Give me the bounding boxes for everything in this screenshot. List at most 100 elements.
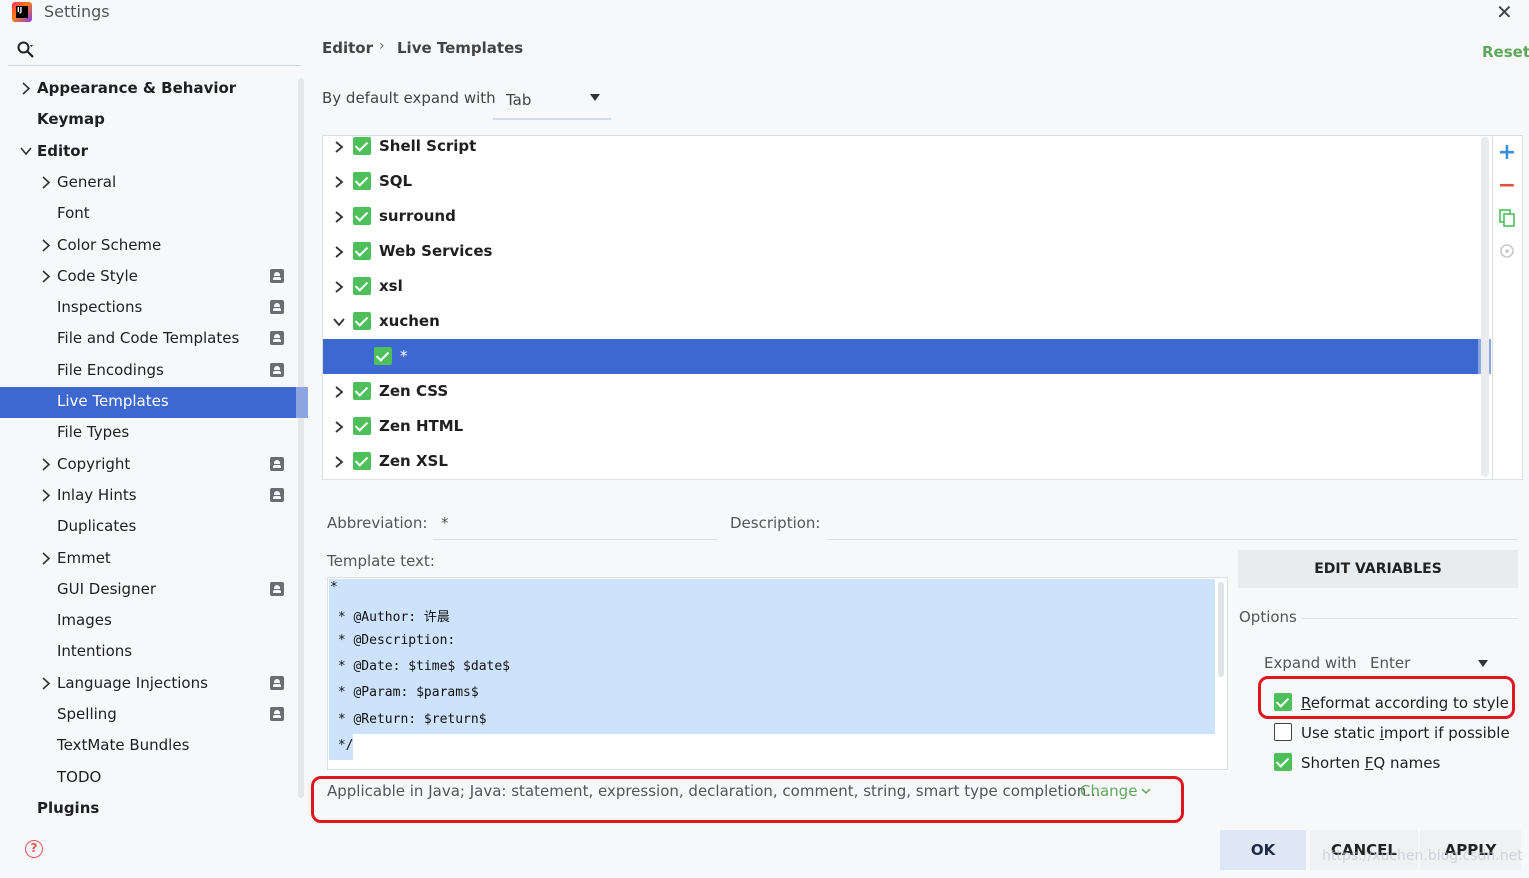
- template-item[interactable]: *: [323, 339, 1481, 374]
- template-checkbox[interactable]: [353, 242, 371, 260]
- sidebar-item[interactable]: General: [0, 167, 296, 198]
- chevron-right-icon[interactable]: [40, 668, 52, 699]
- title-bar: [0, 0, 1529, 26]
- sidebar-item[interactable]: Code Style: [0, 261, 296, 292]
- chevron-right-icon[interactable]: [332, 420, 346, 434]
- sidebar-item[interactable]: File and Code Templates: [0, 323, 296, 354]
- expand-with-value[interactable]: Enter: [1370, 654, 1410, 672]
- template-group[interactable]: Shell Script: [323, 129, 1481, 164]
- sidebar-item[interactable]: Editor: [0, 136, 296, 167]
- options-divider: [1302, 618, 1518, 619]
- chevron-right-icon[interactable]: [332, 280, 346, 294]
- expand-with-caret-icon[interactable]: [1478, 660, 1488, 667]
- template-group[interactable]: Zen XSL: [323, 444, 1481, 479]
- sidebar-item[interactable]: Inspections: [0, 292, 296, 323]
- sidebar-item[interactable]: Intentions: [0, 636, 296, 667]
- chevron-right-icon[interactable]: [332, 140, 346, 154]
- sidebar-item[interactable]: TODO: [0, 762, 296, 793]
- default-expand-value: Tab: [506, 91, 532, 109]
- add-icon[interactable]: +: [1497, 142, 1517, 164]
- shorten-fq-checkbox[interactable]: [1274, 753, 1292, 771]
- chevron-right-icon[interactable]: [40, 480, 52, 511]
- sidebar-item[interactable]: Emmet: [0, 543, 296, 574]
- template-checkbox[interactable]: [374, 347, 392, 365]
- template-checkbox[interactable]: [353, 382, 371, 400]
- chevron-down-icon[interactable]: [20, 136, 32, 167]
- sidebar-item-label: Inlay Hints: [57, 485, 137, 504]
- sidebar-item[interactable]: File Types: [0, 417, 296, 448]
- sidebar-item[interactable]: Language Injections: [0, 668, 296, 699]
- template-group[interactable]: Zen CSS: [323, 374, 1481, 409]
- chevron-right-icon[interactable]: [40, 167, 52, 198]
- chevron-right-icon[interactable]: [40, 230, 52, 261]
- settings-search-input[interactable]: [8, 36, 301, 66]
- template-label: Zen CSS: [379, 382, 449, 400]
- close-icon[interactable]: ✕: [1496, 0, 1513, 24]
- remove-icon[interactable]: −: [1497, 175, 1517, 197]
- sidebar-item[interactable]: Inlay Hints: [0, 480, 296, 511]
- sidebar-item-label: Emmet: [57, 548, 111, 567]
- chevron-right-icon[interactable]: [40, 261, 52, 292]
- sidebar-item[interactable]: Spelling: [0, 699, 296, 730]
- chevron-right-icon[interactable]: [332, 210, 346, 224]
- template-group[interactable]: SQL: [323, 164, 1481, 199]
- sidebar-item-label: File and Code Templates: [57, 329, 240, 348]
- chevron-right-icon[interactable]: [40, 449, 52, 480]
- template-group[interactable]: xsl: [323, 269, 1481, 304]
- template-checkbox[interactable]: [353, 172, 371, 190]
- sidebar-item-label: TODO: [57, 767, 102, 786]
- sidebar-scrollbar[interactable]: [298, 78, 304, 798]
- sidebar-item[interactable]: Copyright: [0, 449, 296, 480]
- breadcrumb-live-templates: Live Templates: [397, 39, 524, 57]
- sidebar-item[interactable]: Live Templates: [0, 386, 296, 417]
- template-group[interactable]: Zen HTML: [323, 409, 1481, 444]
- abbreviation-label: Abbreviation:: [327, 514, 428, 532]
- sidebar-item[interactable]: Appearance & Behavior: [0, 73, 296, 104]
- search-icon: [17, 41, 34, 58]
- template-checkbox[interactable]: [353, 452, 371, 470]
- chevron-down-icon[interactable]: [332, 315, 346, 329]
- template-checkbox[interactable]: [353, 137, 371, 155]
- chevron-right-icon[interactable]: [20, 73, 32, 104]
- chevron-right-icon[interactable]: [332, 175, 346, 189]
- sidebar-item[interactable]: Color Scheme: [0, 230, 296, 261]
- chevron-right-icon[interactable]: [332, 455, 346, 469]
- template-group[interactable]: Web Services: [323, 234, 1481, 269]
- sidebar-selection-tail: [296, 387, 308, 418]
- sidebar-item[interactable]: Keymap: [0, 104, 296, 135]
- template-group[interactable]: surround: [323, 199, 1481, 234]
- chevron-right-icon[interactable]: [40, 543, 52, 574]
- restore-icon[interactable]: [1497, 241, 1517, 261]
- template-text-scrollbar[interactable]: [1218, 582, 1224, 677]
- ok-button[interactable]: OK: [1220, 830, 1306, 870]
- template-checkbox[interactable]: [353, 207, 371, 225]
- static-import-checkbox[interactable]: [1274, 723, 1292, 741]
- abbreviation-input[interactable]: [433, 508, 718, 540]
- template-text-label: Template text:: [327, 552, 435, 570]
- window-title: Settings: [44, 2, 110, 21]
- template-checkbox[interactable]: [353, 417, 371, 435]
- sidebar-item[interactable]: GUI Designer: [0, 574, 296, 605]
- template-text-line: *: [330, 580, 338, 595]
- sidebar-item[interactable]: Images: [0, 605, 296, 636]
- chevron-right-icon[interactable]: [332, 245, 346, 259]
- sidebar-item[interactable]: Font: [0, 198, 296, 229]
- description-input[interactable]: [828, 508, 1518, 540]
- copy-icon[interactable]: [1497, 208, 1517, 228]
- sidebar-item[interactable]: Plugins: [0, 793, 296, 824]
- options-heading: Options: [1239, 608, 1297, 626]
- template-group[interactable]: xuchen: [323, 304, 1481, 339]
- sidebar-item[interactable]: File Encodings: [0, 355, 296, 386]
- help-icon[interactable]: ?: [25, 840, 43, 858]
- sidebar-item[interactable]: Duplicates: [0, 511, 296, 542]
- sidebar-item[interactable]: TextMate Bundles: [0, 730, 296, 761]
- reset-link[interactable]: Reset: [1482, 43, 1529, 61]
- edit-variables-button[interactable]: EDIT VARIABLES: [1238, 550, 1518, 588]
- sidebar-item-label: GUI Designer: [57, 579, 156, 598]
- chevron-right-icon[interactable]: [332, 385, 346, 399]
- templates-tree-scrollbar[interactable]: [1481, 137, 1489, 477]
- template-checkbox[interactable]: [353, 277, 371, 295]
- template-checkbox[interactable]: [353, 312, 371, 330]
- expand-with-label: Expand with: [1264, 654, 1357, 672]
- shorten-fq-label: Shorten FQ names: [1301, 754, 1441, 772]
